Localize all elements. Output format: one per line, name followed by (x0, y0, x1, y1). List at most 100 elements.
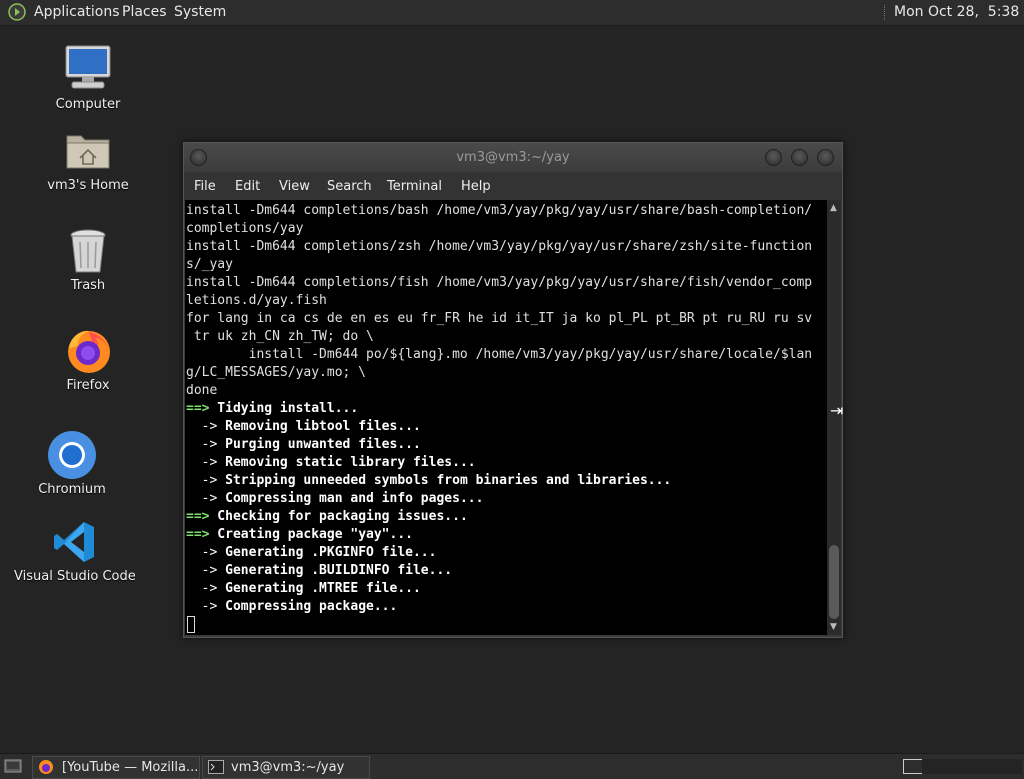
terminal-line: -> Purging unwanted files... (186, 436, 421, 454)
terminal-line: -> Generating .MTREE file... (186, 580, 421, 598)
desktop-icon-firefox[interactable]: Firefox (40, 326, 136, 400)
home-folder-icon (66, 135, 110, 169)
terminal-line: s/_yay (186, 256, 233, 274)
terminal-line: -> Generating .PKGINFO file... (186, 544, 437, 562)
terminal-line-text: Generating .BUILDINFO file... (217, 563, 453, 578)
terminal-line: ==> Tidying install... (186, 400, 358, 418)
taskbar-item-terminal[interactable]: vm3@vm3:~/yay (202, 756, 370, 779)
terminal-line-prefix: -> (186, 419, 218, 434)
desktop-icon-computer[interactable]: Computer (40, 44, 136, 118)
desktop-icon-trash[interactable]: Trash (40, 226, 136, 300)
chromium-icon (48, 431, 96, 479)
terminal-line-text: Generating .PKGINFO file... (217, 545, 437, 560)
terminal-line: for lang in ca cs de en es eu fr_FR he i… (186, 310, 812, 328)
terminal-line-prefix: -> (186, 437, 218, 452)
terminal-line-text: done (186, 383, 218, 398)
terminal-line-text: Tidying install... (209, 401, 359, 416)
terminal-line: -> Removing static library files... (186, 454, 476, 472)
desktop-icon-label: Trash (70, 278, 106, 293)
close-button[interactable] (817, 149, 834, 166)
vscode-icon (54, 522, 94, 562)
computer-icon (65, 45, 111, 89)
clock[interactable]: Mon Oct 28, 5:38 AM (894, 0, 1024, 25)
desktop-icon-label: Chromium (38, 482, 106, 497)
terminal-line: -> Stripping unneeded symbols from binar… (186, 472, 672, 490)
terminal-line: -> Compressing man and info pages... (186, 490, 484, 508)
terminal-line-text: Compressing package... (217, 599, 398, 614)
scrollbar-thumb[interactable] (829, 545, 839, 619)
desktop-icon-label: Visual Studio Code (14, 569, 136, 584)
panel-separator (884, 5, 887, 20)
terminal-line-prefix: -> (186, 563, 218, 578)
terminal-line: install -Dm644 completions/fish /home/vm… (186, 274, 812, 292)
desktop-icon-label: Computer (55, 97, 121, 112)
taskbar-item-label: vm3@vm3:~/yay (231, 760, 345, 775)
menu-file[interactable]: File (194, 179, 216, 194)
terminal-line-text: s/_yay (186, 257, 233, 272)
show-desktop-icon[interactable] (4, 758, 22, 774)
applications-menu[interactable]: Applications (34, 0, 120, 25)
terminal-line: -> Removing libtool files... (186, 418, 421, 436)
trash-icon (70, 229, 106, 273)
taskbar-item-label: [YouTube — Mozilla... (62, 760, 199, 775)
maximize-button[interactable] (791, 149, 808, 166)
desktop-icon-home[interactable]: vm3's Home (40, 126, 136, 200)
firefox-icon (39, 760, 53, 774)
terminal-line-text: install -Dm644 po/${lang}.mo /home/vm3/y… (186, 347, 813, 362)
window-title: vm3@vm3:~/yay (456, 150, 570, 165)
terminal-line-text: install -Dm644 completions/fish /home/vm… (186, 275, 813, 290)
terminal-line-prefix: -> (186, 581, 218, 596)
terminal-line: install -Dm644 completions/bash /home/vm… (186, 202, 812, 220)
taskbar-item-firefox[interactable]: [YouTube — Mozilla... (32, 756, 200, 779)
terminal-line-prefix: ==> (186, 401, 210, 416)
resize-cursor-icon: ⇥ (830, 401, 844, 420)
places-menu[interactable]: Places (122, 0, 167, 25)
terminal-line-text: tr uk zh_CN zh_TW; do \ (186, 329, 374, 344)
system-menu[interactable]: System (174, 0, 226, 25)
terminal-line: tr uk zh_CN zh_TW; do \ (186, 328, 374, 346)
terminal-line-text: Compressing man and info pages... (217, 491, 484, 506)
distro-logo-icon[interactable] (8, 3, 26, 21)
terminal-menubar: File Edit View Search Terminal Help (184, 172, 842, 200)
menu-edit[interactable]: Edit (235, 179, 260, 194)
menu-view[interactable]: View (279, 179, 310, 194)
terminal-line-prefix: -> (186, 545, 218, 560)
window-titlebar[interactable]: vm3@vm3:~/yay (184, 143, 842, 172)
terminal-line: letions.d/yay.fish (186, 292, 327, 310)
workspace-switcher-1[interactable] (903, 759, 923, 774)
text-cursor (187, 616, 195, 633)
terminal-line-text: Creating package "yay"... (209, 527, 413, 542)
terminal-line: g/LC_MESSAGES/yay.mo; \ (186, 364, 366, 382)
workspace-switcher[interactable] (922, 759, 1022, 774)
minimize-button[interactable] (765, 149, 782, 166)
terminal-line: done (186, 382, 217, 400)
terminal-line-prefix: -> (186, 473, 218, 488)
terminal-line-text: install -Dm644 completions/bash /home/vm… (186, 203, 813, 218)
menu-terminal[interactable]: Terminal (387, 179, 442, 194)
terminal-line-text: for lang in ca cs de en es eu fr_FR he i… (186, 311, 813, 326)
terminal-line-prefix: -> (186, 599, 218, 614)
terminal-output[interactable]: install -Dm644 completions/bash /home/vm… (185, 200, 827, 635)
terminal-window[interactable]: vm3@vm3:~/yay File Edit View Search Term… (183, 142, 843, 638)
terminal-line: ==> Checking for packaging issues... (186, 508, 468, 526)
menu-help[interactable]: Help (461, 179, 491, 194)
terminal-line-prefix: ==> (186, 527, 210, 542)
terminal-line-text: letions.d/yay.fish (186, 293, 327, 308)
terminal-line-text: Checking for packaging issues... (209, 509, 468, 524)
terminal-line-text: install -Dm644 completions/zsh /home/vm3… (186, 239, 813, 254)
desktop-icon-chromium[interactable]: Chromium (24, 430, 120, 504)
scroll-up-arrow-icon[interactable]: ▲ (830, 203, 837, 213)
terminal-line-prefix: -> (186, 491, 218, 506)
terminal-icon (208, 760, 224, 774)
scroll-down-arrow-icon[interactable]: ▼ (830, 622, 837, 632)
desktop-icon-vscode[interactable]: Visual Studio Code (14, 520, 136, 590)
terminal-line-text: Stripping unneeded symbols from binaries… (217, 473, 672, 488)
terminal-line-text: g/LC_MESSAGES/yay.mo; \ (186, 365, 367, 380)
desktop-icon-label: vm3's Home (47, 178, 129, 193)
terminal-line: install -Dm644 po/${lang}.mo /home/vm3/y… (186, 346, 813, 364)
firefox-icon (68, 330, 110, 373)
top-panel: Applications Places System Mon Oct 28, 5… (0, 0, 1024, 26)
terminal-line-text: Generating .MTREE file... (217, 581, 421, 596)
terminal-line-text: completions/yay (186, 221, 304, 236)
menu-search[interactable]: Search (327, 179, 372, 194)
